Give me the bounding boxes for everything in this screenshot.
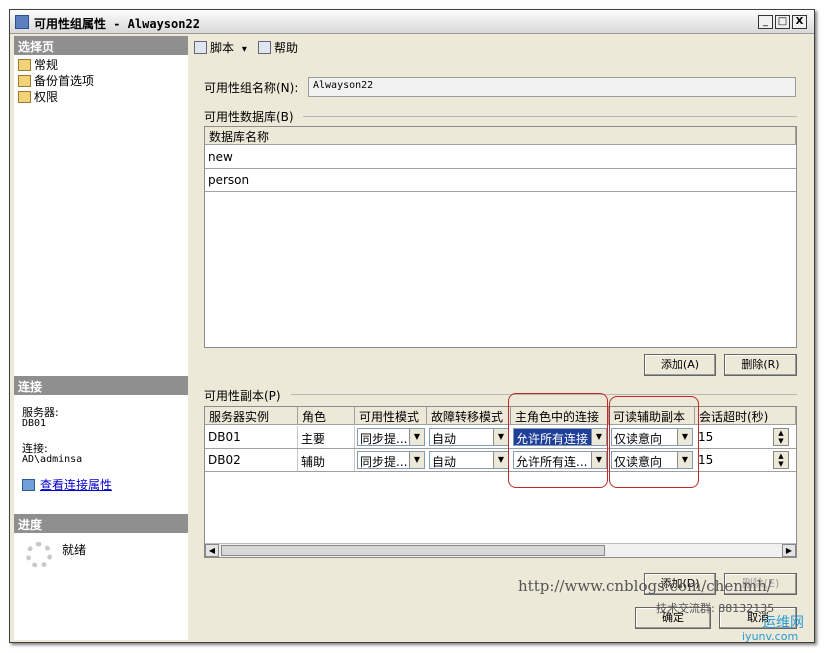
window-title: 可用性组属性 - Alwayson22 (34, 17, 200, 31)
replica-server: DB01 (205, 426, 298, 448)
maximize-button[interactable]: □ (775, 15, 790, 29)
connection-header: 连接 (14, 376, 188, 395)
page-item-permissions[interactable]: 权限 (18, 88, 58, 104)
database-name-column-header[interactable]: 数据库名称 (205, 127, 796, 145)
ag-databases-label: 可用性数据库(B) (204, 110, 294, 124)
left-pane: 选择页 常规 备份首选项 权限 连接 服务器: DB01 连接: AD\admi… (14, 36, 188, 640)
ag-name-label: 可用性组名称(N): (204, 81, 299, 95)
right-pane: 脚本 ▾ 帮助 可用性组名称(N): Alwayson22 可用性数据库(B) … (191, 36, 812, 640)
column-header-server-instance[interactable]: 服务器实例 (205, 407, 298, 425)
replica-row-db01[interactable]: DB01 主要 同步提... ▼ 自动 ▼ 允许所有连接 ▼ 仅读意向 ▼ 15 ▲ ▼ (205, 426, 796, 449)
view-connection-properties-link[interactable]: 查看连接属性 (22, 476, 112, 493)
availability-mode-select[interactable]: 同步提... ▼ (357, 451, 425, 469)
database-row[interactable]: new (205, 146, 796, 169)
ag-name-field[interactable]: Alwayson22 (308, 77, 796, 97)
script-button[interactable]: 脚本 ▾ (194, 39, 247, 56)
failover-mode-select[interactable]: 自动 ▼ (429, 451, 509, 469)
divider (303, 116, 797, 117)
progress-header: 进度 (14, 514, 188, 533)
help-icon (258, 41, 271, 54)
scrollbar-thumb[interactable] (221, 545, 605, 556)
select-page-header: 选择页 (14, 36, 188, 55)
replica-row-db02[interactable]: DB02 辅助 同步提... ▼ 自动 ▼ 允许所有连... ▼ 仅读意向 ▼ 15 ▲… (205, 449, 796, 472)
replica-grid[interactable]: 服务器实例 角色 可用性模式 故障转移模式 主角色中的连接 可读辅助副本 会话超… (204, 406, 797, 558)
timeout-spinner[interactable]: ▲ ▼ (773, 451, 789, 469)
scroll-left-icon[interactable]: ◀ (205, 544, 219, 557)
failover-mode-select[interactable]: 自动 ▼ (429, 428, 509, 446)
ag-replicas-label: 可用性副本(P) (204, 389, 281, 403)
progress-status: 就绪 (62, 543, 87, 557)
chevron-down-icon[interactable]: ▾ (242, 44, 247, 55)
title-bar[interactable]: 可用性组属性 - Alwayson22 _ □ X (10, 10, 814, 34)
horizontal-scrollbar[interactable]: ◀ ▶ (205, 543, 796, 557)
replica-server: DB02 (205, 449, 298, 471)
column-header-role[interactable]: 角色 (298, 407, 355, 425)
watermark-site-url: iyunv.com (742, 630, 799, 643)
add-database-button[interactable]: 添加(A) (644, 354, 716, 376)
server-value: DB01 (22, 418, 47, 429)
connection-properties-icon (22, 479, 35, 491)
close-button[interactable]: X (792, 15, 807, 29)
dropdown-arrow-icon[interactable]: ▼ (493, 429, 508, 445)
availability-mode-select[interactable]: 同步提... ▼ (357, 428, 425, 446)
watermark-group: 技术交流群: 88132135 (656, 602, 775, 615)
session-timeout-field[interactable]: 15 (695, 426, 769, 448)
toolbar: 脚本 ▾ 帮助 (191, 36, 812, 58)
progress-spinner-icon (26, 542, 52, 568)
highlight-annotation (609, 396, 699, 488)
timeout-spinner[interactable]: ▲ ▼ (773, 428, 789, 446)
page-icon (18, 91, 31, 103)
database-row[interactable]: person (205, 169, 796, 192)
replica-role: 主要 (298, 426, 355, 448)
watermark-url: http://www.cnblogs.com/chenmh/ (518, 577, 772, 595)
highlight-annotation (508, 393, 608, 488)
dropdown-arrow-icon[interactable]: ▼ (493, 452, 508, 468)
page-icon (18, 59, 31, 71)
dropdown-arrow-icon[interactable]: ▼ (409, 452, 424, 468)
watermark-site: 运维网 (762, 615, 804, 631)
column-header-session-timeout[interactable]: 会话超时(秒) (695, 407, 796, 425)
session-timeout-field[interactable]: 15 (695, 449, 769, 471)
remove-database-button[interactable]: 删除(R) (724, 354, 797, 376)
dropdown-arrow-icon[interactable]: ▼ (409, 429, 424, 445)
connection-value: AD\adminsa (22, 454, 83, 465)
minimize-button[interactable]: _ (758, 15, 773, 29)
page-item-general[interactable]: 常规 (18, 56, 58, 72)
script-icon (194, 41, 207, 54)
database-list[interactable]: 数据库名称 new person (204, 126, 797, 348)
scroll-right-icon[interactable]: ▶ (782, 544, 796, 557)
page-icon (18, 75, 31, 87)
help-button[interactable]: 帮助 (258, 39, 298, 56)
page-item-backup-preferences[interactable]: 备份首选项 (18, 72, 94, 88)
app-icon (15, 15, 29, 29)
replica-role: 辅助 (298, 449, 355, 471)
properties-dialog: 可用性组属性 - Alwayson22 _ □ X 选择页 常规 备份首选项 权… (9, 9, 815, 643)
column-header-availability-mode[interactable]: 可用性模式 (355, 407, 427, 425)
column-header-failover-mode[interactable]: 故障转移模式 (427, 407, 511, 425)
